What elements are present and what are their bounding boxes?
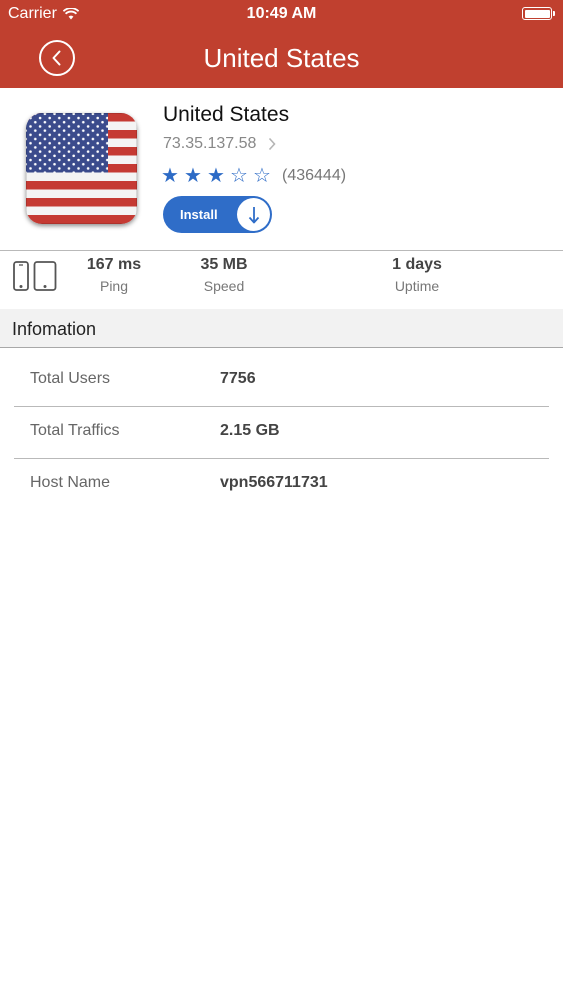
star-filled-icon: ★ [161,165,179,187]
star-empty-icon: ☆ [230,165,248,187]
status-time: 10:49 AM [246,5,317,22]
server-name: United States [163,103,290,126]
info-label: Total Users [30,370,111,387]
speed-stat: 35 MB Speed [188,256,260,294]
download-icon [237,198,270,231]
ping-value: 167 ms [86,256,142,273]
uptime-stat: 1 days Uptime [381,256,453,294]
section-title: Infomation [12,319,97,339]
info-row-total-users: Total Users 7756 [14,354,549,407]
server-ip-link[interactable]: 73.35.137.58 [163,135,277,153]
chevron-right-icon [269,137,277,151]
info-value: 2.15 GB [220,422,280,439]
info-row-total-traffics: Total Traffics 2.15 GB [14,406,549,459]
star-filled-icon: ★ [184,165,202,187]
info-row-host-name: Host Name vpn566711731 [14,458,549,510]
install-button[interactable]: Install [163,196,272,233]
star-empty-icon: ☆ [253,165,271,187]
install-label: Install [180,207,218,222]
info-value: vpn566711731 [220,474,328,491]
us-flag-icon [26,113,137,224]
uptime-value: 1 days [392,256,442,273]
server-ip: 73.35.137.58 [163,135,257,152]
info-value: 7756 [220,370,256,387]
uptime-label: Uptime [394,278,440,294]
star-filled-icon: ★ [207,165,225,187]
info-label: Host Name [30,474,111,491]
info-label: Total Traffics [30,422,120,439]
ping-stat: 167 ms Ping [78,256,150,294]
battery-icon [522,7,555,20]
rating-count: (436444) [282,167,347,184]
nav-header: Carrier 10:49 AM United States [0,0,563,88]
speed-value: 35 MB [200,256,248,273]
star-rating: ★ ★ ★ ☆ ☆ (436444) [161,165,346,187]
page-title: United States [203,43,360,73]
ping-label: Ping [99,278,129,294]
speed-label: Speed [203,278,245,294]
section-header: Infomation [0,309,563,348]
devices-icon [12,261,57,291]
stats-bar: 167 ms Ping 35 MB Speed 1 days Uptime [0,250,563,310]
